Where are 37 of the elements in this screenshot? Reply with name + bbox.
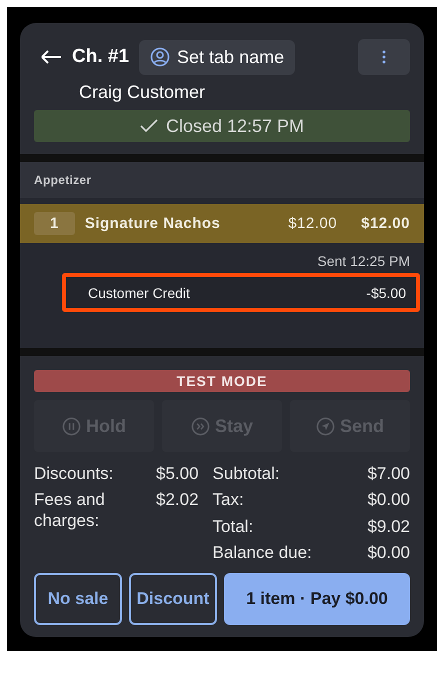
more-icon [382,50,386,64]
quantity-badge: 1 [34,212,75,235]
summary-value: $0.00 [367,543,410,564]
discount-button[interactable]: Discount [129,573,217,625]
check-icon [140,119,158,133]
category-header: Appetizer [20,162,424,198]
no-sale-button[interactable]: No sale [34,573,122,625]
more-menu-button[interactable] [358,39,410,75]
item-price: $12.00 [288,215,338,232]
fast-forward-icon [190,416,210,436]
summary-label: Discounts: [34,464,114,484]
summary-value: $5.00 [156,464,199,484]
item-name: Signature Nachos [84,215,222,232]
check-number: Ch. #1 [72,46,130,68]
summary-label: Subtotal: [212,464,281,484]
modifier-amount: -$5.00 [366,285,406,301]
modifier-name: Customer Credit [88,285,190,301]
summary-label: Tax: [212,490,245,511]
send-icon [316,416,335,436]
customer-name: Craig Customer [79,81,206,104]
sent-time: Sent 12:25 PM [317,253,410,269]
summary-label: Fees and charges: [34,490,106,532]
test-mode-banner: TEST MODE [34,370,410,392]
item-total: $12.00 [361,215,410,232]
status-text: Closed 12:57 PM [166,116,304,136]
summary-value: $7.00 [367,464,410,484]
summary-value: $2.02 [156,490,199,512]
summary-label: Total: [212,516,254,538]
set-tab-name-button[interactable]: Set tab name [139,40,296,74]
user-icon [150,47,170,67]
order-item-row[interactable]: 1 Signature Nachos $12.00 $12.00 [20,204,424,243]
pause-icon [62,416,81,436]
back-arrow-icon [40,49,62,65]
summary-value: $0.00 [367,490,410,511]
summary-value: $9.02 [367,516,410,538]
summary-label: Balance due: [212,543,313,564]
pay-button[interactable]: 1 item · Pay $0.00 [224,573,410,625]
